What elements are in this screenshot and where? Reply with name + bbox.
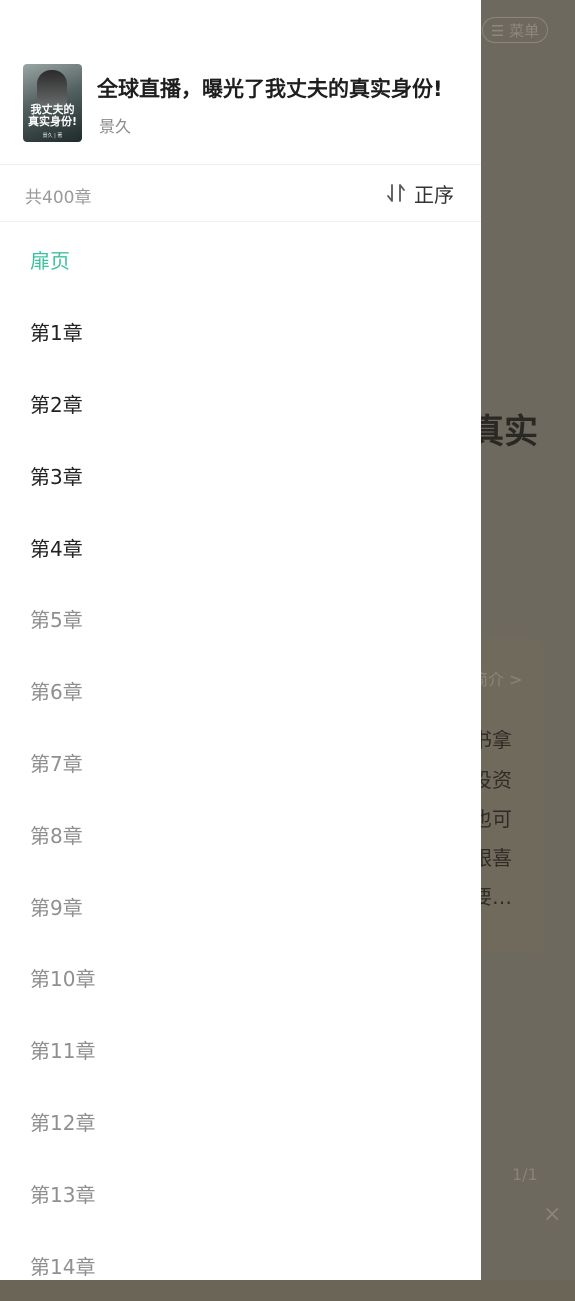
book-author: 景久 <box>99 117 132 136</box>
chapter-count: 共400章 <box>25 188 92 208</box>
chapter-item[interactable]: 第12章 <box>0 1086 481 1158</box>
menu-button[interactable]: ☰ 菜单 <box>482 17 548 43</box>
sort-icon <box>387 184 405 202</box>
sort-order-label: 正序 <box>414 182 454 207</box>
book-cover[interactable]: 我丈夫的真实身份! 景久 | 著 <box>23 64 82 142</box>
chapter-item[interactable]: 第10章 <box>0 942 481 1014</box>
chapter-item[interactable]: 第6章 <box>0 655 481 727</box>
sort-order-button[interactable]: 正序 <box>386 177 454 209</box>
close-icon[interactable]: × <box>543 1202 561 1227</box>
chapter-item[interactable]: 第3章 <box>0 439 481 511</box>
chapter-item[interactable]: 扉页 <box>0 224 481 296</box>
toc-drawer: 我丈夫的真实身份! 景久 | 著 全球直播，曝光了我丈夫的真实身份! 景久 共4… <box>0 0 481 1280</box>
chapter-list: 扉页 第1章 第2章 第3章 第4章 第5章 第6章 第7章 第8章 第9章 第10章 第11章 第12… <box>0 224 481 1301</box>
chapter-item[interactable]: 第9章 <box>0 870 481 942</box>
chapter-item[interactable]: 第11章 <box>0 1014 481 1086</box>
chapter-item[interactable]: 第14章 <box>0 1229 481 1301</box>
book-title: 全球直播，曝光了我丈夫的真实身份! <box>97 77 443 101</box>
cover-author: 景久 | 著 <box>42 133 63 139</box>
chapter-item[interactable]: 第1章 <box>0 296 481 368</box>
chapter-item[interactable]: 第13章 <box>0 1157 481 1229</box>
chapter-item[interactable]: 第5章 <box>0 583 481 655</box>
chapter-item[interactable]: 第4章 <box>0 511 481 583</box>
page-indicator: 1/1 <box>512 1165 538 1184</box>
toc-summary: 共400章 正序 <box>0 165 481 222</box>
chapter-item[interactable]: 第7章 <box>0 727 481 799</box>
chapter-item[interactable]: 第8章 <box>0 798 481 870</box>
cover-title: 我丈夫的真实身份! <box>27 103 78 128</box>
book-header: 我丈夫的真实身份! 景久 | 著 全球直播，曝光了我丈夫的真实身份! 景久 <box>0 0 481 165</box>
chapter-item[interactable]: 第2章 <box>0 368 481 440</box>
